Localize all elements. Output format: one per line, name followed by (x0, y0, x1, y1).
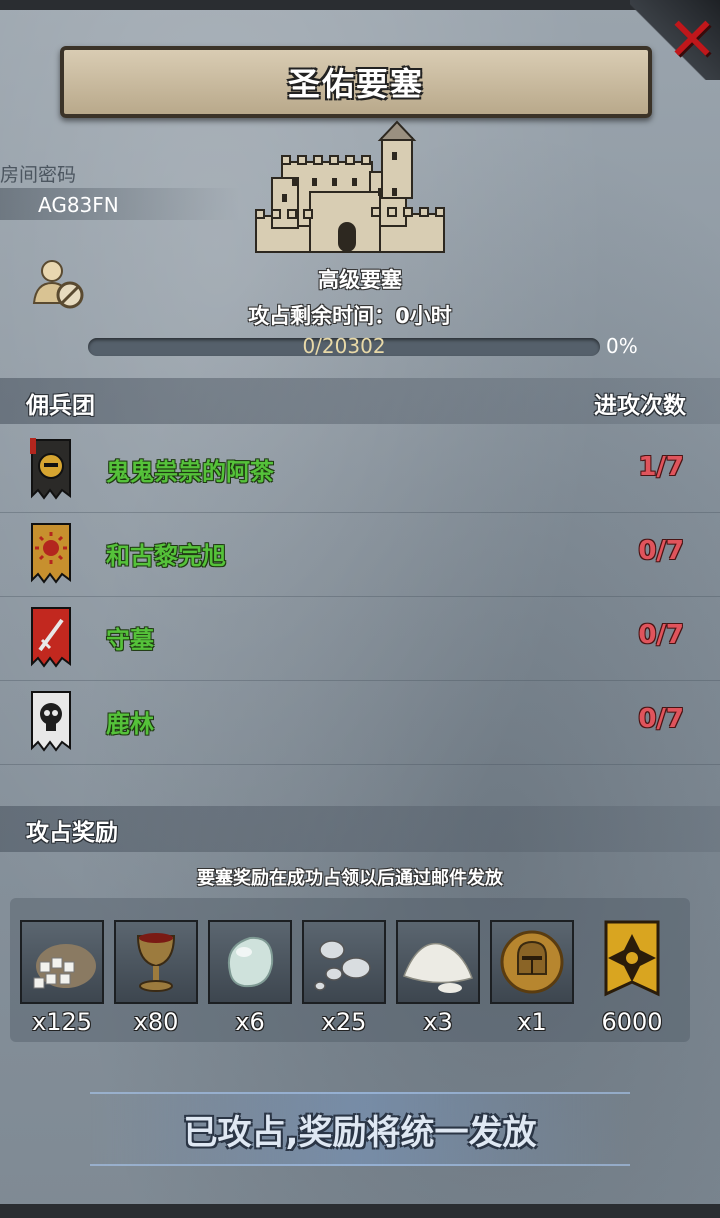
knight-helmet-coin-icon (500, 930, 564, 994)
capture-progress-percent: 0% (606, 334, 638, 358)
castle-icon (255, 120, 445, 253)
mercenary-name: 鹿林 (106, 710, 154, 738)
reward-section-title: 攻占奖励 (26, 820, 118, 846)
mercenary-attack-count: 0/7 (638, 620, 684, 650)
reward-item[interactable]: x25 (300, 920, 388, 1036)
moonstone-icon (228, 936, 274, 988)
sword-banner-icon (31, 607, 71, 668)
reward-item[interactable]: x6 (206, 920, 294, 1036)
capture-progress-text: 0/20302 (302, 334, 386, 358)
top-frame (0, 0, 720, 10)
bottom-frame (0, 1204, 720, 1218)
reward-note: 要塞奖励在成功占领以后通过邮件发放 (197, 868, 503, 889)
salt-pile-icon (403, 942, 473, 993)
room-code-value: AG83FN (38, 193, 119, 217)
goblet-icon (136, 933, 176, 992)
reward-item[interactable]: 6000 (588, 920, 676, 1036)
reward-item[interactable]: x80 (112, 920, 200, 1036)
claim-rewards-button[interactable]: 已攻占,奖励将统一发放 (90, 1092, 630, 1166)
reward-qty: x3 (423, 1008, 453, 1036)
remaining-time: 攻占剩余时间：0小时 (248, 304, 452, 328)
mercenary-attack-count: 0/7 (638, 704, 684, 734)
reward-qty: x80 (133, 1008, 179, 1036)
honor-banner-icon (604, 920, 660, 997)
room-code-band (0, 188, 240, 220)
claim-rewards-label: 已攻占,奖励将统一发放 (183, 1112, 537, 1153)
helmet-banner-icon (30, 438, 71, 500)
reward-qty: x6 (235, 1008, 265, 1036)
mercenary-attack-count: 1/7 (638, 452, 684, 482)
mercenary-name: 鬼鬼祟祟的阿茶 (106, 458, 274, 486)
reward-qty: x125 (31, 1008, 92, 1036)
mercenary-name: 守墓 (106, 626, 154, 654)
reward-qty: 6000 (601, 1008, 663, 1036)
reward-item[interactable]: x1 (488, 920, 576, 1036)
mercenary-name: 和古黎完旭 (106, 542, 226, 570)
reward-item[interactable]: x125 (18, 920, 106, 1036)
mercenary-section-title: 佣兵团 (26, 393, 95, 419)
sun-banner-icon (31, 523, 71, 584)
room-code-label: 房间密码 (0, 164, 77, 186)
mercenary-row[interactable]: 守墓 0/7 (0, 598, 720, 681)
page-title: 圣佑要塞 (287, 65, 424, 103)
reward-item[interactable]: x3 (394, 920, 482, 1036)
skull-banner-icon (31, 691, 71, 752)
mercenary-row[interactable]: 鹿林 0/7 (0, 682, 720, 765)
silver-pearls-icon (314, 940, 371, 991)
attack-count-header: 进攻次数 (594, 393, 686, 419)
reward-qty: x25 (321, 1008, 367, 1036)
mercenary-attack-count: 0/7 (638, 536, 684, 566)
sugar-sack-icon (33, 944, 96, 989)
mercenary-row[interactable]: 鬼鬼祟祟的阿茶 1/7 (0, 430, 720, 513)
mercenary-row[interactable]: 和古黎完旭 0/7 (0, 514, 720, 597)
close-x-icon[interactable]: ✕ (666, 10, 718, 70)
reward-qty: x1 (517, 1008, 547, 1036)
fortress-level: 高级要塞 (318, 268, 402, 292)
title-plate: 圣佑要塞 (60, 46, 652, 118)
